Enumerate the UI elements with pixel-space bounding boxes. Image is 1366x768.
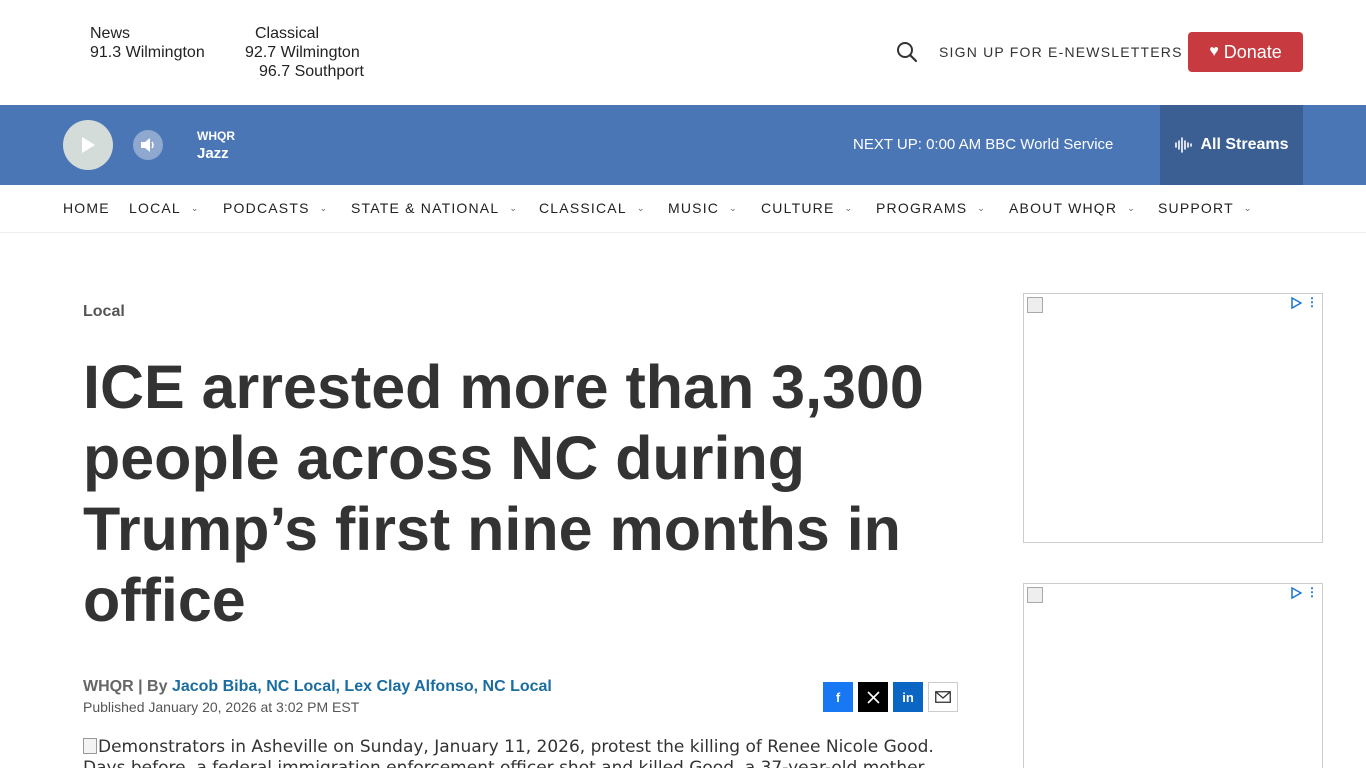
station-name: News: [90, 25, 131, 42]
chevron-down-icon[interactable]: ⌄: [977, 203, 986, 214]
facebook-icon[interactable]: f: [823, 682, 853, 712]
x-icon[interactable]: [858, 682, 888, 712]
nav-item-programs[interactable]: PROGRAMS ⌄: [876, 200, 986, 216]
station-frequency: 91.3 Wilmington: [90, 44, 205, 61]
ad-menu-icon[interactable]: ⋮: [1306, 295, 1318, 309]
donate-button[interactable]: ♥ Donate: [1188, 32, 1303, 72]
broken-image-icon: [1027, 297, 1043, 313]
stream-program: Jazz: [197, 145, 229, 162]
nav-label: LOCAL: [129, 200, 181, 216]
broken-image-icon: [1027, 587, 1043, 603]
chevron-down-icon[interactable]: ⌄: [729, 203, 738, 214]
chevron-down-icon[interactable]: ⌄: [1127, 203, 1136, 214]
stream-station: WHQR: [197, 129, 235, 143]
nav-label: CLASSICAL: [539, 200, 627, 216]
linkedin-icon[interactable]: in: [893, 682, 923, 712]
donate-label: Donate: [1223, 41, 1282, 62]
nav-item-culture[interactable]: CULTURE ⌄: [761, 200, 853, 216]
chevron-down-icon[interactable]: ⌄: [637, 203, 646, 214]
nav-item-about[interactable]: ABOUT WHQR ⌄: [1009, 200, 1136, 216]
chevron-down-icon[interactable]: ⌄: [509, 203, 518, 214]
chevron-down-icon[interactable]: ⌄: [844, 203, 853, 214]
nav-label: CULTURE: [761, 200, 835, 216]
ad-menu-icon[interactable]: ⋮: [1306, 585, 1318, 599]
byline-prefix: WHQR | By: [83, 678, 168, 695]
broken-image-icon: [83, 738, 97, 754]
nav-item-state-national[interactable]: STATE & NATIONAL ⌄: [351, 200, 518, 216]
nav-label: STATE & NATIONAL: [351, 200, 500, 216]
ad-slot[interactable]: ⋮: [1023, 293, 1323, 543]
published-date: Published January 20, 2026 at 3:02 PM ES…: [83, 699, 360, 715]
nav-item-music[interactable]: MUSIC ⌄: [668, 200, 738, 216]
audio-player-bar: WHQR Jazz NEXT UP: 0:00 AM BBC World Ser…: [0, 105, 1366, 185]
image-alt-text: Demonstrators in Asheville on Sunday, Ja…: [83, 737, 934, 768]
adchoices-icon[interactable]: [1290, 586, 1303, 604]
station-classical[interactable]: Classical 92.7 Wilmington 96.7 Southport: [245, 24, 364, 81]
nav-label: SUPPORT: [1158, 200, 1234, 216]
main-nav: HOME LOCAL ⌄ PODCASTS ⌄ STATE & NATIONAL ⌄ …: [0, 185, 1366, 233]
chevron-down-icon[interactable]: ⌄: [1244, 203, 1253, 214]
author-links[interactable]: Jacob Biba, NC Local, Lex Clay Alfonso, …: [172, 678, 552, 695]
chevron-down-icon[interactable]: ⌄: [191, 203, 200, 214]
nav-item-local[interactable]: LOCAL ⌄: [129, 200, 200, 216]
nav-label: HOME: [63, 200, 110, 216]
volume-icon[interactable]: [133, 130, 163, 160]
next-up-text[interactable]: NEXT UP: 0:00 AM BBC World Service: [853, 136, 1113, 153]
nav-label: PODCASTS: [223, 200, 310, 216]
email-icon[interactable]: [928, 682, 958, 712]
nav-label: ABOUT WHQR: [1009, 200, 1118, 216]
nav-item-classical[interactable]: CLASSICAL ⌄: [539, 200, 646, 216]
newsletter-signup-link[interactable]: SIGN UP FOR E-NEWSLETTERS: [939, 44, 1183, 60]
article-headline: ICE arrested more than 3,300 people acro…: [83, 353, 924, 634]
station-name: Classical: [255, 25, 320, 42]
play-icon[interactable]: [63, 120, 113, 170]
all-streams-button[interactable]: All Streams: [1160, 105, 1303, 185]
nav-label: PROGRAMS: [876, 200, 968, 216]
station-frequency: 92.7 Wilmington: [245, 44, 360, 61]
audio-wave-icon: [1175, 137, 1193, 153]
site-header: News 91.3 Wilmington Classical 92.7 Wilm…: [0, 0, 1366, 105]
byline: WHQR | By Jacob Biba, NC Local, Lex Clay…: [83, 678, 552, 696]
all-streams-label: All Streams: [1200, 136, 1289, 153]
station-news[interactable]: News 91.3 Wilmington: [90, 24, 205, 62]
nav-item-support[interactable]: SUPPORT ⌄: [1158, 200, 1253, 216]
chevron-down-icon[interactable]: ⌄: [320, 203, 329, 214]
nav-item-home[interactable]: HOME: [63, 200, 110, 216]
nav-label: MUSIC: [668, 200, 720, 216]
heart-icon: ♥: [1209, 43, 1219, 60]
article-image-alt: Demonstrators in Asheville on Sunday, Ja…: [83, 737, 943, 768]
section-tag[interactable]: Local: [83, 303, 125, 321]
station-frequency: 96.7 Southport: [259, 63, 364, 80]
ad-slot[interactable]: ⋮: [1023, 583, 1323, 768]
search-icon[interactable]: [896, 41, 918, 63]
nav-item-podcasts[interactable]: PODCASTS ⌄: [223, 200, 328, 216]
adchoices-icon[interactable]: [1290, 296, 1303, 314]
